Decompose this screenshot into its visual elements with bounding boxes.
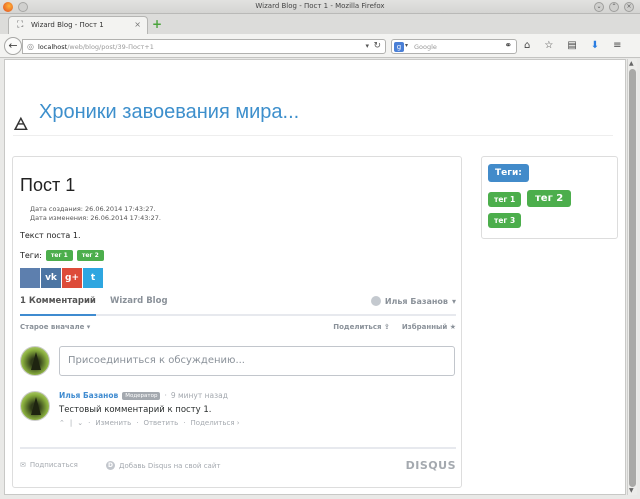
user-menu[interactable]: Илья Базанов ▾: [370, 296, 456, 306]
sidebar-tag[interactable]: тег 3: [488, 213, 522, 228]
page-viewport: 🜁 Хроники завоевания мира... Пост 1 Дата…: [4, 59, 626, 495]
comment-author[interactable]: Илья Базанов: [59, 391, 118, 400]
disqus-tabs: 1 Комментарий Wizard Blog Илья Базанов ▾: [20, 296, 456, 316]
window-titlebar: Wizard Blog - Пост 1 - Mozilla Firefox ⌄…: [0, 0, 640, 14]
sidebar-tags-heading: Теги:: [488, 164, 529, 182]
scroll-down-icon[interactable]: ▼: [629, 487, 634, 494]
tab-comments[interactable]: 1 Комментарий: [20, 296, 96, 316]
disqus-d-icon: D: [106, 461, 115, 470]
avatar: [20, 346, 50, 376]
address-bar[interactable]: ◎ localhost/web/blog/post/39-Пост+1 ▾ ↻: [22, 39, 386, 54]
sidebar-tag[interactable]: тег 2: [527, 190, 572, 207]
browser-tab[interactable]: ⛶ Wizard Blog - Пост 1 ×: [8, 16, 148, 34]
comment-actions: ⌃ | ⌄ · Изменить · Ответить · Поделиться…: [59, 419, 240, 427]
bookmark-star-icon[interactable]: ☆: [544, 40, 553, 51]
minimize-icon[interactable]: ⌄: [594, 2, 604, 12]
upvote-icon[interactable]: ⌃: [59, 419, 65, 427]
site-header: 🜁 Хроники завоевания мира...: [13, 98, 613, 136]
comment-avatar[interactable]: [20, 391, 50, 421]
share-thread-button[interactable]: Поделиться ⇪: [333, 323, 390, 331]
window-title: Wizard Blog - Пост 1 - Mozilla Firefox: [255, 2, 385, 10]
post-body: Текст поста 1.: [20, 231, 81, 240]
add-disqus-link[interactable]: D Добавь Disqus на свой сайт: [106, 461, 220, 470]
share-generic-button[interactable]: [20, 268, 40, 288]
chevron-down-icon: ▾: [451, 296, 456, 306]
home-icon[interactable]: ⌂: [524, 40, 530, 51]
share-vk-button[interactable]: vk: [41, 268, 61, 288]
wizard-hat-icon: ⛶: [17, 20, 24, 30]
comment-header: Илья Базанов Модератор · 9 минут назад: [59, 391, 228, 400]
back-arrow-icon[interactable]: ←: [4, 37, 22, 55]
sort-dropdown[interactable]: Старое вначале ▾: [20, 323, 90, 331]
tab-title: Wizard Blog - Пост 1: [31, 21, 104, 29]
vertical-scrollbar[interactable]: ▲ ▼: [627, 59, 637, 495]
google-logo-icon[interactable]: g: [394, 42, 404, 52]
tab-strip: ⛶ Wizard Blog - Пост 1 × +: [0, 14, 640, 34]
reply-link[interactable]: Ответить: [143, 419, 178, 427]
post-panel: Пост 1 Дата создания: 26.06.2014 17:43:2…: [12, 156, 462, 488]
reload-icon[interactable]: ↻: [373, 41, 381, 51]
scroll-up-icon[interactable]: ▲: [629, 60, 634, 67]
menu-icon[interactable]: ≡: [613, 40, 621, 51]
globe-icon: ◎: [27, 42, 34, 51]
post-tag[interactable]: тег 1: [45, 250, 73, 261]
post-title: Пост 1: [20, 175, 76, 195]
share-comment-link[interactable]: Поделиться ›: [191, 419, 240, 427]
scrollbar-thumb[interactable]: [629, 69, 636, 487]
engine-dropdown-icon[interactable]: ▾: [405, 42, 408, 49]
new-tab-plus-icon[interactable]: +: [152, 18, 162, 30]
downvote-icon[interactable]: ⌄: [77, 419, 83, 427]
user-avatar-icon: [370, 296, 381, 306]
clipboard-icon[interactable]: ▤: [567, 40, 576, 51]
favorite-button[interactable]: Избранный ★: [402, 323, 456, 331]
post-tags-label: Теги:: [20, 251, 42, 260]
search-bar[interactable]: g ▾ Google ⚭: [391, 39, 517, 54]
binoculars-icon[interactable]: ⚭: [504, 41, 512, 51]
download-icon[interactable]: ⬇: [591, 40, 599, 51]
subscribe-link[interactable]: ✉ Подписаться: [20, 461, 78, 469]
tab-community[interactable]: Wizard Blog: [110, 296, 168, 306]
moderator-badge: Модератор: [122, 391, 161, 400]
post-tags: Теги: тег 1 тег 2: [20, 250, 104, 261]
share-buttons: vk g+ t: [20, 268, 103, 288]
navigation-toolbar: ← ◎ localhost/web/blog/post/39-Пост+1 ▾ …: [0, 34, 640, 58]
share-gplus-button[interactable]: g+: [62, 268, 82, 288]
close-icon[interactable]: ×: [624, 2, 634, 12]
comment-input[interactable]: Присоединиться к обсуждению...: [59, 346, 455, 376]
disqus-logo[interactable]: DISQUS: [406, 459, 456, 472]
edit-link[interactable]: Изменить: [95, 419, 131, 427]
maximize-icon[interactable]: ⌃: [609, 2, 619, 12]
url-text: localhost/web/blog/post/39-Пост+1: [38, 43, 154, 51]
sort-row: Старое вначале ▾ Поделиться ⇪ Избранный …: [20, 323, 456, 331]
sidebar-tag[interactable]: тег 1: [488, 192, 522, 207]
comment-text: Тестовый комментарий к посту 1.: [59, 405, 212, 415]
sidebar-tags-panel: Теги: тег 1 тег 2 тег 3: [481, 156, 618, 239]
wizard-hat-logo-icon[interactable]: 🜁: [13, 104, 29, 141]
user-name: Илья Базанов: [384, 296, 448, 306]
site-title[interactable]: Хроники завоевания мира...: [39, 101, 299, 124]
tab-close-icon[interactable]: ×: [134, 20, 141, 29]
share-twitter-button[interactable]: t: [83, 268, 103, 288]
post-modified-date: Дата изменения: 26.06.2014 17:43:27.: [30, 214, 161, 222]
post-created-date: Дата создания: 26.06.2014 17:43:27.: [30, 205, 156, 213]
envelope-icon: ✉: [20, 461, 26, 469]
post-tag[interactable]: тег 2: [76, 250, 104, 261]
disqus-footer: ✉ Подписаться D Добавь Disqus на свой са…: [20, 447, 456, 477]
url-dropdown-icon[interactable]: ▾: [365, 42, 369, 50]
search-placeholder: Google: [414, 43, 437, 51]
comment-time[interactable]: 9 минут назад: [171, 391, 228, 400]
